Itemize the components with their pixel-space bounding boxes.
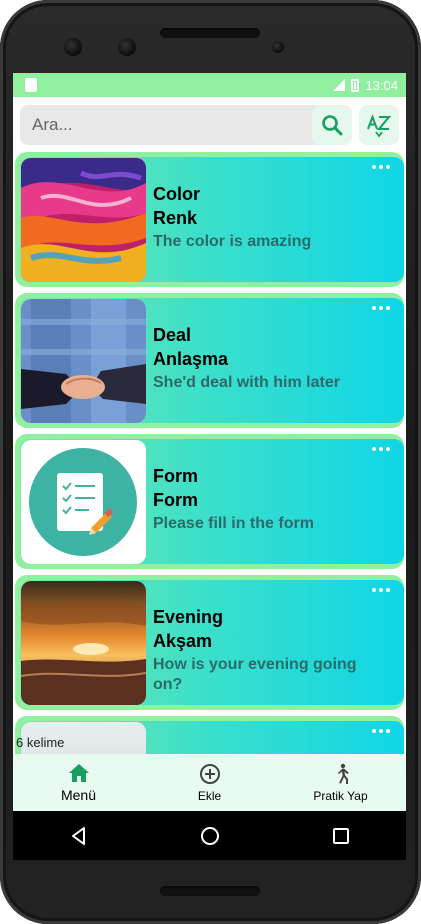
word-card[interactable]: Form Form Please fill in the form xyxy=(15,434,404,569)
card-text: Form Form Please fill in the form xyxy=(153,464,363,534)
back-icon[interactable] xyxy=(69,826,89,846)
sort-az-button[interactable] xyxy=(359,105,399,145)
more-options-icon[interactable] xyxy=(372,583,392,597)
card-word: Evening xyxy=(153,607,224,627)
android-navigation-bar xyxy=(13,811,406,860)
home-button-icon[interactable] xyxy=(200,826,220,846)
card-translation: Akşam xyxy=(153,631,213,651)
card-image-sunset xyxy=(21,581,146,705)
card-word: Deal xyxy=(153,325,192,345)
card-sentence: The color is amazing xyxy=(153,233,312,250)
more-options-icon[interactable] xyxy=(372,301,392,315)
camera-lens xyxy=(64,38,82,56)
card-image-paint xyxy=(21,158,146,282)
card-text: Evening Akşam How is your evening going … xyxy=(153,605,363,695)
sim-icon xyxy=(25,78,37,92)
nav-home[interactable]: Menü xyxy=(13,754,144,811)
running-person-icon xyxy=(337,763,349,784)
nav-practice-label: Pratik Yap xyxy=(313,788,368,803)
word-card[interactable]: Deal Anlaşma She'd deal with him later xyxy=(15,293,404,428)
sort-az-icon xyxy=(367,114,392,138)
bottom-navigation: Menü Ekle Pratik Yap xyxy=(13,754,406,811)
home-icon xyxy=(68,763,89,782)
card-word: Form xyxy=(153,466,198,486)
more-options-icon[interactable] xyxy=(372,442,392,456)
word-card[interactable]: Evening Akşam How is your evening going … xyxy=(15,575,404,710)
word-list: Color Renk The color is amazing Deal Anl… xyxy=(13,152,406,754)
bottom-speaker xyxy=(160,886,260,896)
card-sentence: She'd deal with him later xyxy=(153,374,340,391)
status-bar: 13:04 xyxy=(13,73,406,97)
app-screen: 13:04 Ara... Color Renk The color is ama… xyxy=(13,73,406,860)
battery-icon xyxy=(351,78,360,92)
card-image-handshake xyxy=(21,299,146,423)
card-word: Color xyxy=(153,184,200,204)
more-options-icon[interactable] xyxy=(372,160,392,174)
word-card[interactable] xyxy=(15,716,404,754)
card-sentence: How is your evening going on? xyxy=(153,656,357,693)
add-circle-icon xyxy=(199,763,220,784)
search-input[interactable] xyxy=(20,105,350,145)
card-translation: Renk xyxy=(153,208,198,228)
card-text: Color Renk The color is amazing xyxy=(153,182,363,252)
proximity-sensor xyxy=(272,41,284,53)
card-translation: Form xyxy=(153,490,198,510)
more-options-icon[interactable] xyxy=(372,724,392,738)
nav-practice[interactable]: Pratik Yap xyxy=(275,754,406,811)
signal-icon xyxy=(333,79,346,91)
camera-lens xyxy=(118,38,136,56)
card-image-form xyxy=(21,440,146,564)
card-text: Deal Anlaşma She'd deal with him later xyxy=(153,323,363,393)
search-button[interactable] xyxy=(312,105,352,145)
phone-frame: 13:04 Ara... Color Renk The color is ama… xyxy=(0,0,421,924)
status-time: 13:04 xyxy=(365,77,398,93)
word-count: 6 kelime xyxy=(16,735,65,750)
card-sentence: Please fill in the form xyxy=(153,515,314,532)
nav-add-label: Ekle xyxy=(197,788,222,803)
search-icon xyxy=(322,115,343,136)
word-card[interactable]: Color Renk The color is amazing xyxy=(15,152,404,287)
card-translation: Anlaşma xyxy=(153,349,229,369)
search-bar xyxy=(13,97,406,152)
nav-add[interactable]: Ekle xyxy=(144,754,275,811)
nav-home-label: Menü xyxy=(60,786,97,803)
recents-icon[interactable] xyxy=(332,827,350,845)
earpiece-speaker xyxy=(160,28,260,38)
